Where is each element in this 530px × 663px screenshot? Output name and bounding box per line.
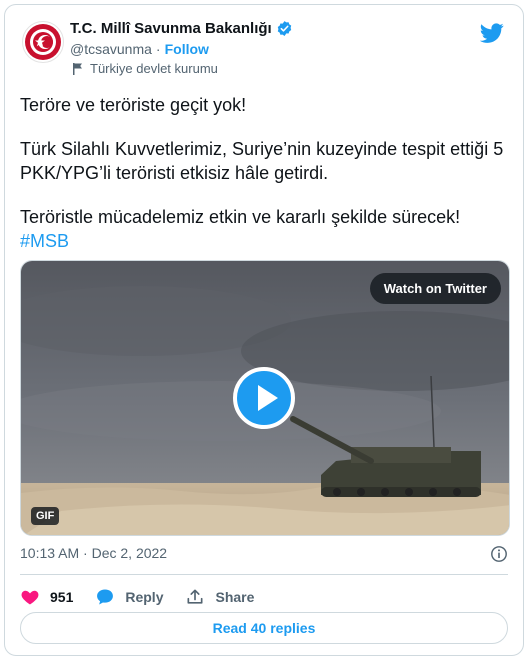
tweet-line-3: Teröristle mücadelemiz etkin ve kararlı … bbox=[20, 207, 461, 227]
handle-row: @tcsavunma · Follow bbox=[70, 41, 209, 57]
gif-badge: GIF bbox=[31, 507, 60, 525]
info-icon[interactable] bbox=[490, 545, 508, 563]
share-icon bbox=[187, 589, 203, 604]
reply-button[interactable]: Reply bbox=[95, 587, 163, 607]
tweet-meta: 10:13 AM · Dec 2, 2022 bbox=[20, 545, 508, 569]
flag-icon bbox=[73, 62, 82, 75]
read-replies-button[interactable]: Read 40 replies bbox=[20, 612, 508, 644]
twitter-bird-icon[interactable] bbox=[480, 21, 504, 45]
divider bbox=[20, 574, 508, 575]
affiliation-text: Türkiye devlet kurumu bbox=[90, 61, 218, 76]
name-row: T.C. Millî Savunma Bakanlığı bbox=[70, 20, 293, 37]
share-button[interactable]: Share bbox=[185, 587, 254, 607]
action-bar: 951 Reply Share bbox=[20, 585, 254, 609]
tweet-text: Teröre ve teröriste geçit yok! Türk Sila… bbox=[20, 93, 510, 253]
tweet-line-1: Teröre ve teröriste geçit yok! bbox=[20, 95, 247, 115]
follow-button[interactable]: Follow bbox=[165, 41, 209, 57]
tweet-card: T.C. Millî Savunma Bakanlığı @tcsavunma … bbox=[4, 4, 524, 656]
play-icon bbox=[258, 385, 278, 411]
avatar[interactable] bbox=[22, 21, 64, 63]
like-button[interactable]: 951 bbox=[20, 587, 73, 607]
verified-badge-icon bbox=[277, 21, 291, 36]
heart-icon bbox=[21, 590, 39, 605]
account-handle[interactable]: @tcsavunma bbox=[70, 41, 152, 57]
like-count: 951 bbox=[50, 589, 74, 605]
reply-bubble-icon bbox=[97, 589, 114, 605]
watch-on-twitter-button[interactable]: Watch on Twitter bbox=[369, 273, 501, 304]
affiliation-label: Türkiye devlet kurumu bbox=[72, 61, 218, 76]
tweet-header: T.C. Millî Savunma Bakanlığı @tcsavunma … bbox=[20, 19, 508, 79]
tweet-line-2: Türk Silahlı Kuvvetlerimiz, Suriye’nin k… bbox=[20, 139, 504, 183]
play-button[interactable] bbox=[233, 367, 295, 429]
share-label: Share bbox=[215, 589, 255, 605]
reply-label: Reply bbox=[125, 589, 164, 605]
video-media[interactable]: Watch on Twitter GIF bbox=[20, 260, 510, 536]
account-name[interactable]: T.C. Millî Savunma Bakanlığı bbox=[70, 20, 272, 37]
hashtag-link[interactable]: #MSB bbox=[20, 229, 510, 253]
timestamp[interactable]: 10:13 AM · Dec 2, 2022 bbox=[20, 545, 167, 561]
ministry-emblem-icon bbox=[25, 24, 61, 60]
handle-separator: · bbox=[155, 41, 161, 57]
